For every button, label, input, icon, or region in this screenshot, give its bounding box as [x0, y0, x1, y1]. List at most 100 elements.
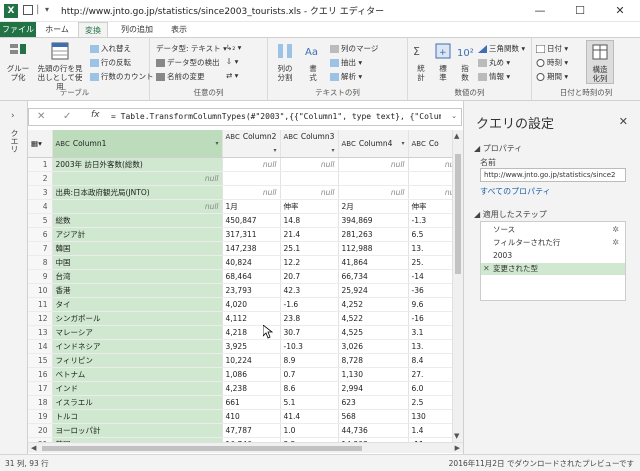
table-cell[interactable]: 0.7 — [280, 367, 339, 382]
table-row[interactable]: 18 イスラエル 661 5.1 623 2.5 — [28, 395, 463, 410]
step-filtered-rows[interactable]: フィルターされた行 ✲ — [481, 237, 625, 249]
row-number[interactable]: 10 — [28, 283, 53, 298]
transpose-button[interactable]: 入れ替え — [90, 43, 131, 54]
table-row[interactable]: 20 ヨーロッパ計 47,787 1.0 44,736 1.4 — [28, 423, 463, 438]
row-number[interactable]: 7 — [28, 241, 53, 256]
table-cell[interactable]: インドネシア — [52, 339, 223, 354]
table-cell[interactable]: 3,026 — [338, 339, 409, 354]
row-number[interactable]: 3 — [28, 185, 53, 200]
table-cell[interactable]: 10,224 — [222, 353, 281, 368]
scroll-left-icon[interactable]: ◀ — [31, 444, 36, 452]
table-cell[interactable]: 23.8 — [280, 311, 339, 326]
table-cell[interactable]: 317,311 — [222, 227, 281, 242]
scroll-up-icon[interactable]: ▲ — [454, 132, 459, 140]
date-button[interactable]: 日付 ▾ — [536, 43, 568, 54]
text-type-icon[interactable]: ABC — [284, 133, 298, 141]
column-filter-icon[interactable]: ▾ — [215, 137, 218, 150]
table-cell[interactable]: 20.7 — [280, 269, 339, 284]
table-cell[interactable]: null — [222, 157, 281, 172]
close-panel-icon[interactable]: ✕ — [619, 115, 628, 128]
format-button[interactable]: Aa 書 式 — [300, 42, 326, 82]
row-number[interactable]: 1 — [28, 157, 53, 172]
text-type-icon[interactable]: ABC — [412, 140, 426, 148]
table-row[interactable]: 12 シンガポール 4,112 23.8 4,522 -16 — [28, 311, 463, 326]
gear-icon[interactable]: ✲ — [612, 224, 619, 236]
formula-input[interactable]: = Table.TransformColumnTypes(#"2003",{{"… — [111, 112, 441, 121]
horizontal-scroll-thumb[interactable] — [42, 446, 362, 451]
all-properties-link[interactable]: すべてのプロパティ — [480, 186, 551, 197]
table-row[interactable]: 9 台湾 68,464 20.7 66,734 -14 — [28, 269, 463, 284]
row-number[interactable]: 8 — [28, 255, 53, 270]
expand-queries-icon[interactable]: › — [11, 111, 15, 121]
table-row[interactable]: 5 総数 450,847 14.8 394,869 -1.3 — [28, 213, 463, 228]
table-cell[interactable]: 中国 — [52, 255, 223, 270]
close-button[interactable]: ✕ — [600, 2, 640, 20]
table-cell[interactable]: 4,020 — [222, 297, 281, 312]
scroll-down-icon[interactable]: ▼ — [454, 432, 459, 440]
split-column-button[interactable]: 列の 分割 — [270, 42, 300, 82]
trigonometry-button[interactable]: 三角関数 ▾ — [478, 43, 525, 54]
table-cell[interactable]: 394,869 — [338, 213, 409, 228]
table-cell[interactable]: null — [52, 171, 223, 186]
table-cell[interactable]: 66,734 — [338, 269, 409, 284]
table-cell[interactable]: 68,464 — [222, 269, 281, 284]
table-row[interactable]: 7 韓国 147,238 25.1 112,988 13. — [28, 241, 463, 256]
table-cell[interactable]: null — [52, 199, 223, 214]
text-type-icon[interactable]: ABC — [342, 140, 356, 148]
extract-button[interactable]: 抽出 ▾ — [330, 57, 362, 68]
expand-formula-icon[interactable]: ⌄ — [451, 112, 457, 120]
parse-button[interactable]: 解析 ▾ — [330, 71, 362, 82]
row-number[interactable]: 13 — [28, 325, 53, 340]
table-row[interactable]: 19 トルコ 410 41.4 568 130 — [28, 409, 463, 424]
table-cell[interactable]: 伸率 — [280, 199, 339, 214]
table-cell[interactable]: 25.1 — [280, 241, 339, 256]
table-cell[interactable]: 21.4 — [280, 227, 339, 242]
table-cell[interactable]: 40,824 — [222, 255, 281, 270]
table-row[interactable]: 3出典:日本政府観光局(JNTO)nullnullnullnull — [28, 185, 463, 200]
minimize-button[interactable]: — — [520, 2, 560, 20]
table-cell[interactable]: 44,736 — [338, 423, 409, 438]
table-cell[interactable]: 韓国 — [52, 241, 223, 256]
save-icon[interactable] — [23, 5, 33, 15]
table-cell[interactable]: 4,525 — [338, 325, 409, 340]
table-cell[interactable]: 25,924 — [338, 283, 409, 298]
table-cell[interactable]: null — [222, 185, 281, 200]
table-cell[interactable]: 112,988 — [338, 241, 409, 256]
table-cell[interactable]: 42.3 — [280, 283, 339, 298]
tab-view[interactable]: 表示 — [164, 22, 194, 37]
step-changed-type[interactable]: ✕ 変更された型 — [481, 263, 625, 275]
table-cell[interactable]: 5.1 — [280, 395, 339, 410]
step-2003[interactable]: 2003 — [481, 250, 625, 262]
table-row[interactable]: 11 タイ 4,020 -1.6 4,252 9.6 — [28, 297, 463, 312]
queries-pane-label[interactable]: クエリ — [9, 129, 20, 153]
tab-add-column[interactable]: 列の追加 — [112, 22, 162, 37]
row-number[interactable]: 16 — [28, 367, 53, 382]
standard-button[interactable]: + 標 準 — [432, 42, 454, 82]
merge-columns-button[interactable]: 列のマージ — [330, 43, 378, 54]
table-cell[interactable]: タイ — [52, 297, 223, 312]
table-cell[interactable]: 8.9 — [280, 353, 339, 368]
table-cell[interactable]: 1,086 — [222, 367, 281, 382]
table-cell[interactable]: マレーシア — [52, 325, 223, 340]
table-cell[interactable]: トルコ — [52, 409, 223, 424]
table-cell[interactable]: 450,847 — [222, 213, 281, 228]
reverse-rows-button[interactable]: 行の反転 — [90, 57, 131, 68]
table-cell[interactable]: -10.3 — [280, 339, 339, 354]
step-source[interactable]: ソース ✲ — [481, 224, 625, 236]
table-row[interactable]: 17 インド 4,238 8.6 2,994 6.0 — [28, 381, 463, 396]
time-button[interactable]: 時刻 ▾ — [536, 57, 568, 68]
row-number[interactable]: 18 — [28, 395, 53, 410]
table-cell[interactable]: 総数 — [52, 213, 223, 228]
table-cell[interactable]: 台湾 — [52, 269, 223, 284]
duration-button[interactable]: 期間 ▾ — [536, 71, 568, 82]
row-number[interactable]: 14 — [28, 339, 53, 354]
table-cell[interactable]: インド — [52, 381, 223, 396]
applied-steps-section-header[interactable]: ◢ 適用したステップ — [474, 209, 547, 220]
table-menu-button[interactable]: ▦▾ — [28, 130, 53, 158]
table-cell[interactable]: -1.6 — [280, 297, 339, 312]
tab-home[interactable]: ホーム — [40, 22, 74, 37]
column-header[interactable]: ABC Column3 ▾ — [280, 130, 339, 158]
quick-access-dropdown-icon[interactable]: ▾ — [45, 5, 49, 14]
table-cell[interactable]: ヨーロッパ計 — [52, 423, 223, 438]
row-number[interactable]: 9 — [28, 269, 53, 284]
